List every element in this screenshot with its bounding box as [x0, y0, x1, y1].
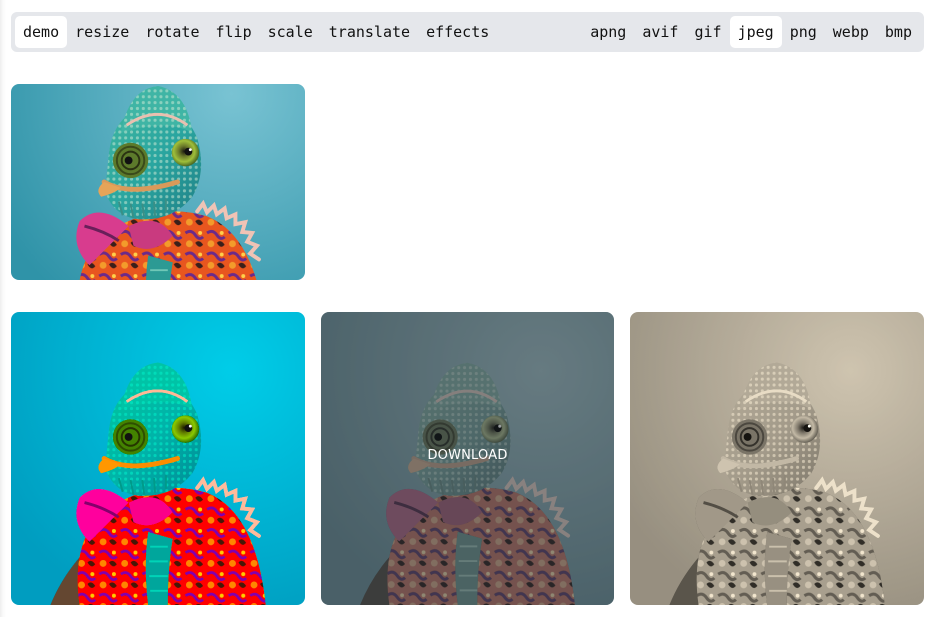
result-image-desaturated[interactable]: DOWNLOAD: [321, 312, 614, 605]
tab-scale[interactable]: scale: [260, 16, 321, 48]
chameleon-image: [630, 312, 924, 605]
tab-png[interactable]: png: [782, 16, 825, 48]
tab-apng[interactable]: apng: [582, 16, 634, 48]
result-image-saturated[interactable]: [11, 312, 305, 605]
tab-resize[interactable]: resize: [67, 16, 137, 48]
tab-demo[interactable]: demo: [15, 16, 68, 48]
original-image: [11, 84, 305, 280]
chameleon-image: [11, 84, 305, 280]
chameleon-drawing: [11, 84, 305, 280]
tab-translate[interactable]: translate: [321, 16, 418, 48]
tab-effects[interactable]: effects: [418, 16, 497, 48]
format-tabs: apng avif gif jpeg png webp bmp: [582, 16, 920, 48]
tab-jpeg[interactable]: jpeg: [729, 16, 782, 48]
tab-avif[interactable]: avif: [634, 16, 686, 48]
toolbar: demo resize rotate flip scale translate …: [11, 12, 924, 52]
chameleon-image: [11, 312, 305, 605]
result-image-sepia[interactable]: [630, 312, 924, 605]
page: demo resize rotate flip scale translate …: [0, 0, 938, 617]
operation-tabs: demo resize rotate flip scale translate …: [15, 16, 497, 48]
tab-gif[interactable]: gif: [686, 16, 729, 48]
download-overlay[interactable]: DOWNLOAD: [321, 312, 614, 605]
download-button[interactable]: DOWNLOAD: [427, 448, 507, 463]
tab-webp[interactable]: webp: [825, 16, 877, 48]
tab-bmp[interactable]: bmp: [877, 16, 920, 48]
tab-flip[interactable]: flip: [208, 16, 260, 48]
tab-rotate[interactable]: rotate: [137, 16, 207, 48]
